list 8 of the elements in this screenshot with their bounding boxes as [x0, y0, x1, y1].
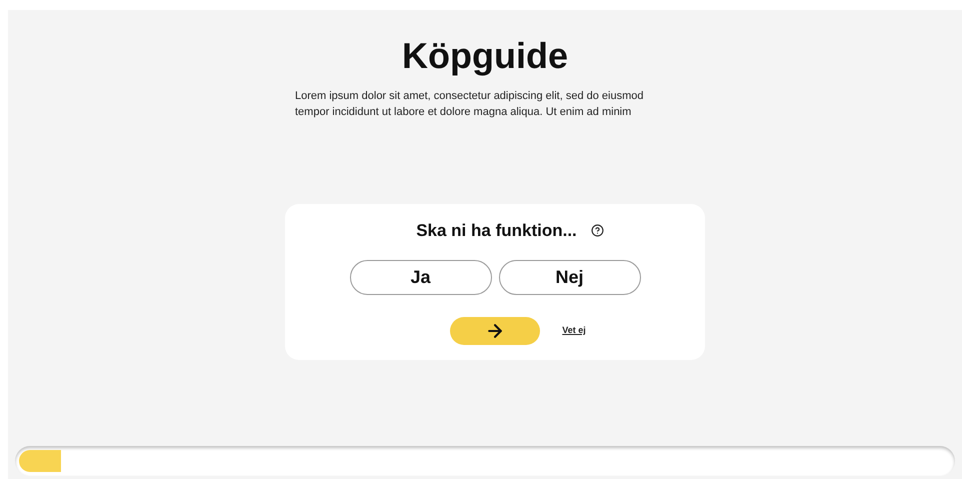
intro-text: Lorem ipsum dolor sit amet, consectetur adipiscing elit, sed do eiusmod tempor incididunt ut labore et dolore magna aliqua. Ut enim ad minim — [295, 89, 645, 120]
next-button[interactable] — [450, 316, 540, 344]
help-icon[interactable] — [590, 224, 604, 238]
skip-link[interactable]: Vet ej — [562, 324, 586, 338]
answer-option[interactable]: Nej — [498, 260, 640, 294]
page-title: Köpguide — [402, 34, 568, 78]
question-text: Ska ni ha funktion... — [416, 220, 577, 242]
answer-option[interactable]: Ja — [350, 260, 492, 294]
